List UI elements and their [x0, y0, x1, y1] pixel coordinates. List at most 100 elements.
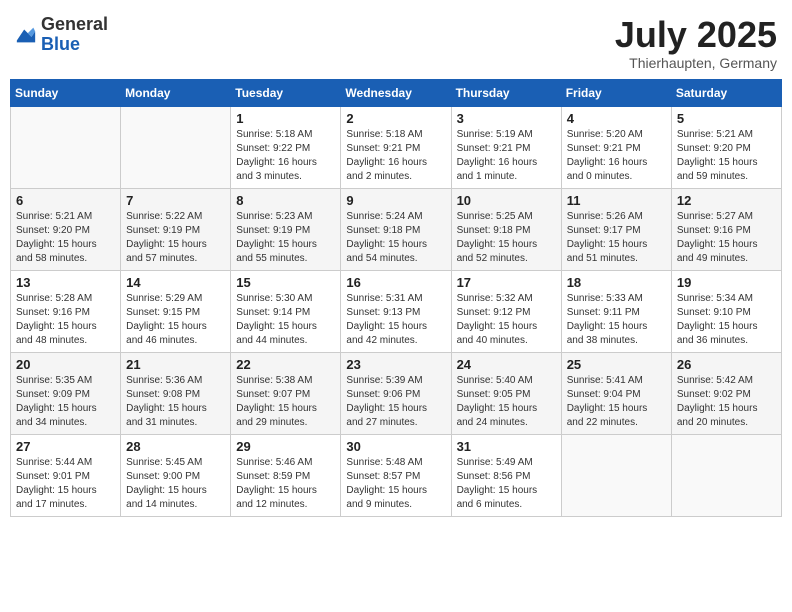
calendar-cell: 24 Sunrise: 5:40 AM Sunset: 9:05 PM Dayli…	[451, 352, 561, 434]
day-number: 22	[236, 357, 335, 372]
calendar-cell: 13Sunrise: 5:28 AM Sunset: 9:16 PM Dayli…	[11, 270, 121, 352]
day-info: Sunrise: 5:46 AM Sunset: 8:59 PM Dayligh…	[236, 456, 335, 512]
day-info: Sunrise: 5:23 AM Sunset: 9:19 PM Dayligh…	[236, 210, 335, 266]
calendar-cell: 12 Sunrise: 5:27 AM Sunset: 9:16 PM Dayli…	[671, 188, 781, 270]
day-info: Sunrise: 5:45 AM Sunset: 9:00 PM Dayligh…	[126, 456, 225, 512]
calendar-cell	[561, 434, 671, 516]
day-info: Sunrise: 5:41 AM Sunset: 9:04 PM Dayligh…	[567, 374, 666, 430]
day-number: 11	[567, 193, 666, 208]
day-number: 28	[126, 439, 225, 454]
day-info: Sunrise: 5:30 AM Sunset: 9:14 PM Dayligh…	[236, 292, 335, 348]
calendar-week-row: 13Sunrise: 5:28 AM Sunset: 9:16 PM Dayli…	[11, 270, 782, 352]
day-info: Sunrise: 5:48 AM Sunset: 8:57 PM Dayligh…	[346, 456, 445, 512]
calendar-table: SundayMondayTuesdayWednesdayThursdayFrid…	[10, 79, 782, 517]
calendar-cell: 19Sunrise: 5:34 AM Sunset: 9:10 PM Dayli…	[671, 270, 781, 352]
day-info: Sunrise: 5:49 AM Sunset: 8:56 PM Dayligh…	[457, 456, 556, 512]
calendar-cell: 14 Sunrise: 5:29 AM Sunset: 9:15 PM Dayli…	[121, 270, 231, 352]
day-number: 13	[16, 275, 115, 290]
day-number: 29	[236, 439, 335, 454]
day-number: 20	[16, 357, 115, 372]
calendar-cell: 18 Sunrise: 5:33 AM Sunset: 9:11 PM Dayli…	[561, 270, 671, 352]
day-info: Sunrise: 5:27 AM Sunset: 9:16 PM Dayligh…	[677, 210, 776, 266]
calendar-week-row: 20Sunrise: 5:35 AM Sunset: 9:09 PM Dayli…	[11, 352, 782, 434]
calendar-cell: 28 Sunrise: 5:45 AM Sunset: 9:00 PM Dayli…	[121, 434, 231, 516]
calendar-cell: 11 Sunrise: 5:26 AM Sunset: 9:17 PM Dayli…	[561, 188, 671, 270]
day-number: 24	[457, 357, 556, 372]
weekday-header-thursday: Thursday	[451, 79, 561, 106]
day-number: 12	[677, 193, 776, 208]
day-info: Sunrise: 5:42 AM Sunset: 9:02 PM Dayligh…	[677, 374, 776, 430]
day-number: 1	[236, 111, 335, 126]
weekday-header-sunday: Sunday	[11, 79, 121, 106]
location: Thierhaupten, Germany	[615, 55, 777, 71]
day-number: 5	[677, 111, 776, 126]
day-number: 30	[346, 439, 445, 454]
day-number: 14	[126, 275, 225, 290]
calendar-cell: 7Sunrise: 5:22 AM Sunset: 9:19 PM Daylig…	[121, 188, 231, 270]
calendar-cell: 17 Sunrise: 5:32 AM Sunset: 9:12 PM Dayli…	[451, 270, 561, 352]
page-header: General Blue July 2025 Thierhaupten, Ger…	[10, 10, 782, 71]
calendar-week-row: 1 Sunrise: 5:18 AM Sunset: 9:22 PM Daylig…	[11, 106, 782, 188]
calendar-cell: 22 Sunrise: 5:38 AM Sunset: 9:07 PM Dayli…	[231, 352, 341, 434]
day-info: Sunrise: 5:25 AM Sunset: 9:18 PM Dayligh…	[457, 210, 556, 266]
logo-blue: Blue	[41, 35, 108, 55]
title-block: July 2025 Thierhaupten, Germany	[615, 15, 777, 71]
calendar-cell: 6 Sunrise: 5:21 AM Sunset: 9:20 PM Daylig…	[11, 188, 121, 270]
calendar-cell: 10 Sunrise: 5:25 AM Sunset: 9:18 PM Dayli…	[451, 188, 561, 270]
calendar-cell: 29 Sunrise: 5:46 AM Sunset: 8:59 PM Dayli…	[231, 434, 341, 516]
day-number: 31	[457, 439, 556, 454]
logo-icon	[15, 24, 37, 46]
day-number: 4	[567, 111, 666, 126]
calendar-cell	[11, 106, 121, 188]
day-info: Sunrise: 5:34 AM Sunset: 9:10 PM Dayligh…	[677, 292, 776, 348]
day-info: Sunrise: 5:33 AM Sunset: 9:11 PM Dayligh…	[567, 292, 666, 348]
calendar-cell: 4 Sunrise: 5:20 AM Sunset: 9:21 PM Daylig…	[561, 106, 671, 188]
day-info: Sunrise: 5:32 AM Sunset: 9:12 PM Dayligh…	[457, 292, 556, 348]
day-number: 16	[346, 275, 445, 290]
calendar-cell: 21 Sunrise: 5:36 AM Sunset: 9:08 PM Dayli…	[121, 352, 231, 434]
day-info: Sunrise: 5:21 AM Sunset: 9:20 PM Dayligh…	[16, 210, 115, 266]
day-info: Sunrise: 5:31 AM Sunset: 9:13 PM Dayligh…	[346, 292, 445, 348]
calendar-cell: 15Sunrise: 5:30 AM Sunset: 9:14 PM Dayli…	[231, 270, 341, 352]
weekday-header-tuesday: Tuesday	[231, 79, 341, 106]
weekday-header-wednesday: Wednesday	[341, 79, 451, 106]
day-info: Sunrise: 5:20 AM Sunset: 9:21 PM Dayligh…	[567, 128, 666, 184]
day-info: Sunrise: 5:22 AM Sunset: 9:19 PM Dayligh…	[126, 210, 225, 266]
calendar-cell: 20Sunrise: 5:35 AM Sunset: 9:09 PM Dayli…	[11, 352, 121, 434]
calendar-cell	[671, 434, 781, 516]
calendar-cell: 26 Sunrise: 5:42 AM Sunset: 9:02 PM Dayli…	[671, 352, 781, 434]
day-number: 21	[126, 357, 225, 372]
day-info: Sunrise: 5:18 AM Sunset: 9:21 PM Dayligh…	[346, 128, 445, 184]
day-number: 9	[346, 193, 445, 208]
calendar-cell: 5 Sunrise: 5:21 AM Sunset: 9:20 PM Daylig…	[671, 106, 781, 188]
calendar-week-row: 6 Sunrise: 5:21 AM Sunset: 9:20 PM Daylig…	[11, 188, 782, 270]
calendar-cell: 1 Sunrise: 5:18 AM Sunset: 9:22 PM Daylig…	[231, 106, 341, 188]
day-number: 3	[457, 111, 556, 126]
day-number: 25	[567, 357, 666, 372]
day-info: Sunrise: 5:44 AM Sunset: 9:01 PM Dayligh…	[16, 456, 115, 512]
calendar-cell: 25 Sunrise: 5:41 AM Sunset: 9:04 PM Dayli…	[561, 352, 671, 434]
logo: General Blue	[15, 15, 108, 55]
day-number: 8	[236, 193, 335, 208]
day-info: Sunrise: 5:39 AM Sunset: 9:06 PM Dayligh…	[346, 374, 445, 430]
day-info: Sunrise: 5:21 AM Sunset: 9:20 PM Dayligh…	[677, 128, 776, 184]
weekday-header-saturday: Saturday	[671, 79, 781, 106]
day-info: Sunrise: 5:29 AM Sunset: 9:15 PM Dayligh…	[126, 292, 225, 348]
calendar-cell: 8 Sunrise: 5:23 AM Sunset: 9:19 PM Daylig…	[231, 188, 341, 270]
day-info: Sunrise: 5:26 AM Sunset: 9:17 PM Dayligh…	[567, 210, 666, 266]
weekday-header-friday: Friday	[561, 79, 671, 106]
day-number: 6	[16, 193, 115, 208]
calendar-cell: 27 Sunrise: 5:44 AM Sunset: 9:01 PM Dayli…	[11, 434, 121, 516]
day-number: 17	[457, 275, 556, 290]
day-number: 27	[16, 439, 115, 454]
weekday-header-row: SundayMondayTuesdayWednesdayThursdayFrid…	[11, 79, 782, 106]
day-info: Sunrise: 5:18 AM Sunset: 9:22 PM Dayligh…	[236, 128, 335, 184]
day-number: 10	[457, 193, 556, 208]
day-info: Sunrise: 5:40 AM Sunset: 9:05 PM Dayligh…	[457, 374, 556, 430]
day-info: Sunrise: 5:38 AM Sunset: 9:07 PM Dayligh…	[236, 374, 335, 430]
day-number: 18	[567, 275, 666, 290]
day-number: 26	[677, 357, 776, 372]
logo-text: General Blue	[41, 15, 108, 55]
day-info: Sunrise: 5:36 AM Sunset: 9:08 PM Dayligh…	[126, 374, 225, 430]
calendar-cell: 23Sunrise: 5:39 AM Sunset: 9:06 PM Dayli…	[341, 352, 451, 434]
